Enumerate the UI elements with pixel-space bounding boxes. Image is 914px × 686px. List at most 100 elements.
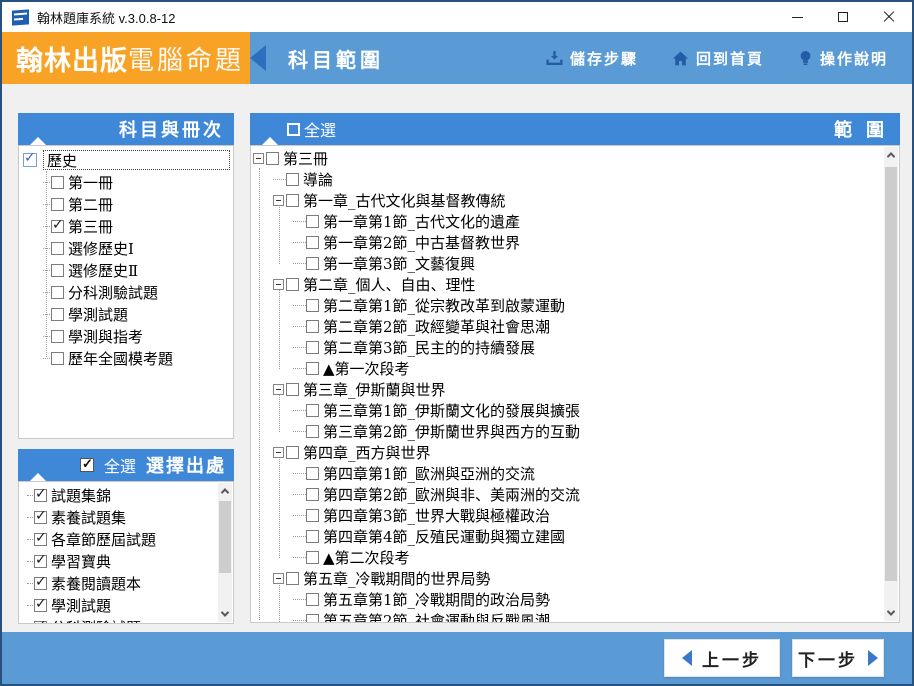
subject-item[interactable]: 歷年全國模考題 [19,347,233,369]
scope-tree-row[interactable]: 第二章_個人、自由、理性 [251,274,885,295]
scope-tree-row[interactable]: 第四章第3節_世界大戰與極權政治 [251,505,885,526]
checkbox[interactable] [306,425,319,438]
source-item[interactable]: 素養試題集 [19,506,219,528]
scope-tree-row[interactable]: 第一章第2節_中古基督教世界 [251,232,885,253]
checkbox[interactable] [306,509,319,522]
checkbox[interactable] [34,618,47,623]
source-item[interactable]: 學習寶典 [19,550,219,572]
collapse-icon[interactable] [273,279,284,290]
subject-item[interactable]: 選修歷史Ⅱ [19,259,233,281]
subject-item[interactable]: 第三冊 [19,215,233,237]
checkbox[interactable] [34,508,47,524]
scope-tree-row[interactable]: 第五章第1節_冷戰期間的政治局勢 [251,589,885,610]
scope-tree-row[interactable]: 第三章_伊斯蘭與世界 [251,379,885,400]
scope-tree-row[interactable]: 導論 [251,169,885,190]
checkbox[interactable] [286,383,299,396]
checkbox[interactable] [23,150,37,167]
scope-tree-row[interactable]: 第四章第4節_反殖民運動與獨立建國 [251,526,885,547]
scope-tree-row[interactable]: 第二章第1節_從宗教改革到啟蒙運動 [251,295,885,316]
source-select-all-checkbox[interactable] [79,456,94,472]
checkbox[interactable] [34,530,47,546]
checkbox[interactable] [306,299,319,312]
scroll-up-button[interactable] [884,147,898,163]
source-item[interactable]: 各章節歷屆試題 [19,528,219,550]
collapse-icon[interactable] [273,447,284,458]
scroll-up-button[interactable] [218,483,232,499]
checkbox[interactable] [51,217,64,233]
save-steps-button[interactable]: 儲存步驟 [546,48,638,69]
collapse-icon[interactable] [273,573,284,584]
checkbox[interactable] [51,175,64,189]
checkbox[interactable] [51,285,64,299]
source-item[interactable]: 分科測驗試題 [19,616,219,623]
checkbox[interactable] [306,551,319,564]
scope-tree-row[interactable]: ▲第二次段考 [251,547,885,568]
collapse-icon[interactable] [253,153,264,164]
collapse-icon[interactable] [273,195,284,206]
subject-item[interactable]: 第二冊 [19,193,233,215]
checkbox[interactable] [286,194,299,207]
scrollbar-thumb[interactable] [219,501,231,573]
scope-tree-row[interactable]: 第一章_古代文化與基督教傳統 [251,190,885,211]
checkbox[interactable] [51,307,64,321]
checkbox[interactable] [51,241,64,255]
checkbox[interactable] [286,173,299,186]
checkbox[interactable] [306,530,319,543]
scope-tree-row[interactable]: 第五章第2節_社會運動與反戰風潮 [251,610,885,622]
subject-item[interactable]: 第一冊 [19,171,233,193]
maximize-button[interactable] [820,2,866,32]
scope-select-all-checkbox[interactable] [287,122,300,136]
checkbox[interactable] [51,351,64,365]
checkbox[interactable] [266,152,279,165]
scope-tree-row[interactable]: 第一章第1節_古代文化的遺產 [251,211,885,232]
subject-item[interactable]: 學測試題 [19,303,233,325]
checkbox[interactable] [286,572,299,585]
scope-tree-row[interactable]: 第三章第1節_伊斯蘭文化的發展與擴張 [251,400,885,421]
scope-tree-row[interactable]: ▲第一次段考 [251,358,885,379]
help-button[interactable]: 操作說明 [798,48,888,69]
checkbox[interactable] [51,329,64,343]
checkbox[interactable] [306,341,319,354]
subject-item[interactable]: 學測與指考 [19,325,233,347]
checkbox[interactable] [34,574,47,590]
checkbox[interactable] [286,278,299,291]
checkbox[interactable] [306,236,319,249]
checkbox[interactable] [306,404,319,417]
checkbox[interactable] [306,614,319,622]
scope-scrollbar[interactable] [884,147,898,621]
next-step-button[interactable]: 下一步 [792,639,884,677]
scroll-down-button[interactable] [218,606,232,622]
checkbox[interactable] [51,263,64,277]
close-button[interactable] [866,2,912,32]
subject-item[interactable]: 分科測驗試題 [19,281,233,303]
subject-item[interactable]: 歷史 [19,149,233,171]
subject-item[interactable]: 選修歷史Ⅰ [19,237,233,259]
scroll-down-button[interactable] [884,605,898,621]
checkbox[interactable] [306,215,319,228]
source-item[interactable]: 素養閱讀題本 [19,572,219,594]
scope-tree-row[interactable]: 第三冊 [251,148,885,169]
source-scrollbar[interactable] [218,483,232,622]
scrollbar-thumb[interactable] [885,167,897,581]
checkbox[interactable] [34,552,47,568]
scope-tree-row[interactable]: 第三章第2節_伊斯蘭世界與西方的互動 [251,421,885,442]
source-item[interactable]: 學測試題 [19,594,219,616]
checkbox[interactable] [306,257,319,270]
checkbox[interactable] [34,596,47,612]
scope-tree-row[interactable]: 第四章第2節_歐洲與非、美兩洲的交流 [251,484,885,505]
checkbox[interactable] [306,467,319,480]
collapse-icon[interactable] [273,384,284,395]
home-button[interactable]: 回到首頁 [672,48,764,69]
scope-tree-row[interactable]: 第一章第3節_文藝復興 [251,253,885,274]
checkbox[interactable] [306,320,319,333]
checkbox[interactable] [306,488,319,501]
checkbox[interactable] [306,362,319,375]
scope-tree-row[interactable]: 第四章_西方與世界 [251,442,885,463]
checkbox[interactable] [34,486,47,502]
scope-tree-row[interactable]: 第二章第2節_政經變革與社會思潮 [251,316,885,337]
scope-tree-row[interactable]: 第五章_冷戰期間的世界局勢 [251,568,885,589]
source-item[interactable]: 試題集錦 [19,484,219,506]
checkbox[interactable] [306,593,319,606]
checkbox[interactable] [286,446,299,459]
checkbox[interactable] [51,197,64,211]
